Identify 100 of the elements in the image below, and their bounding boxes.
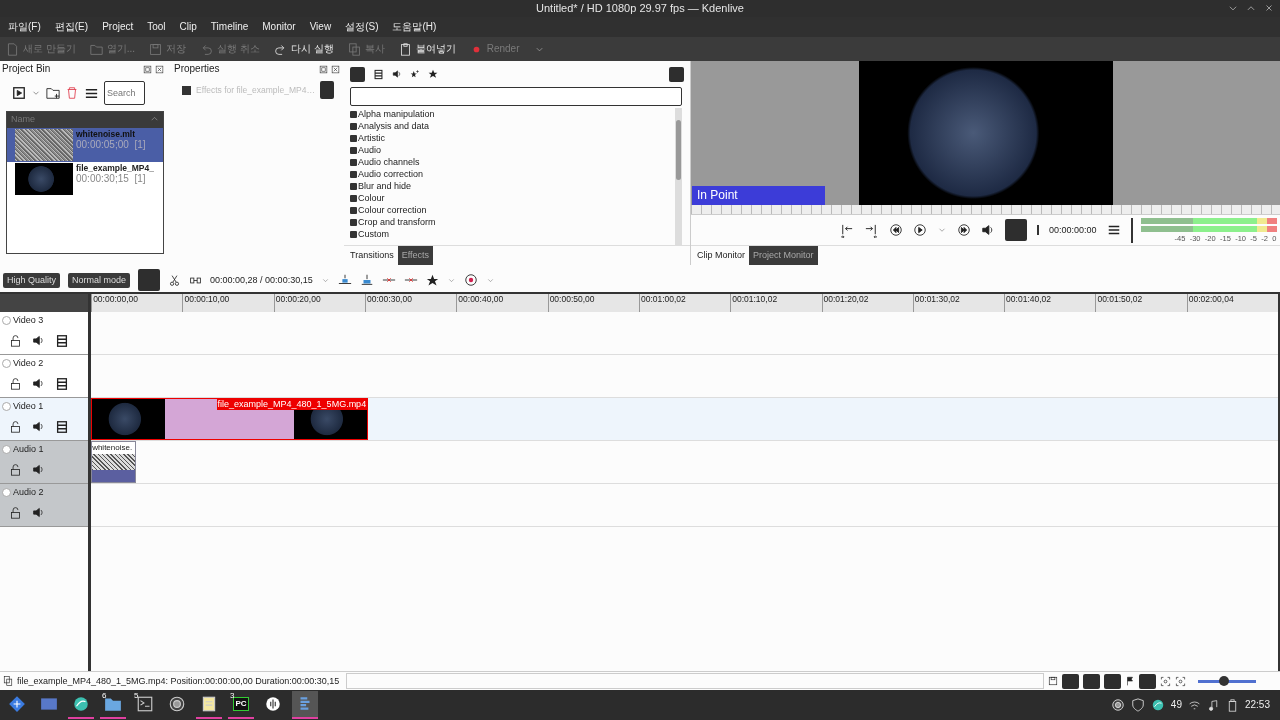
lock-icon[interactable]: [9, 462, 22, 476]
shield-icon[interactable]: [1130, 698, 1145, 712]
set-in-icon[interactable]: [839, 222, 854, 238]
speaker-icon[interactable]: [32, 376, 45, 390]
play-box-icon[interactable]: [12, 86, 26, 100]
maximize-icon[interactable]: [1246, 3, 1256, 13]
video-clip[interactable]: file_example_MP4_480_1_5MG.mp4: [91, 398, 369, 440]
speaker-icon[interactable]: [32, 505, 45, 519]
search-field[interactable]: Search: [104, 81, 145, 105]
category-item[interactable]: Artistic: [350, 132, 675, 144]
timecode-field[interactable]: 00:00:00:00: [1037, 224, 1097, 236]
speaker-icon[interactable]: [392, 69, 402, 79]
star-icon[interactable]: [428, 69, 438, 79]
square-icon[interactable]: [182, 85, 191, 95]
select-tool-button[interactable]: [138, 269, 161, 291]
menu-icon[interactable]: [1106, 223, 1121, 237]
category-item[interactable]: Analysis and data: [350, 120, 675, 132]
slider-thumb[interactable]: [1219, 675, 1230, 686]
float-icon[interactable]: [143, 64, 152, 74]
track-target-toggle[interactable]: [2, 358, 11, 368]
film-icon[interactable]: [55, 333, 69, 348]
save-icon[interactable]: [1048, 676, 1059, 686]
overwrite-icon[interactable]: [359, 273, 374, 287]
quality-dropdown[interactable]: High Quality: [3, 272, 61, 288]
menu-item[interactable]: Tool: [147, 21, 166, 33]
category-item[interactable]: Audio correction: [350, 168, 675, 180]
forward-icon[interactable]: [957, 223, 971, 237]
film-icon[interactable]: [55, 419, 69, 434]
wifi-icon[interactable]: [1187, 698, 1201, 712]
taskbar-app[interactable]: 5: [132, 691, 158, 719]
rewind-icon[interactable]: [889, 223, 903, 237]
track-header[interactable]: Audio 2: [0, 484, 89, 527]
track-header[interactable]: Audio 1: [0, 441, 89, 484]
close-icon[interactable]: [331, 64, 340, 74]
close-icon[interactable]: [155, 64, 164, 74]
audio-clip[interactable]: whitenoise.: [91, 441, 137, 483]
list-view-button[interactable]: [350, 66, 365, 82]
category-item[interactable]: Colour correction: [350, 204, 675, 216]
menu-item[interactable]: Clip: [179, 21, 197, 33]
folder-plus-icon[interactable]: [46, 86, 60, 100]
info-button[interactable]: [669, 66, 684, 82]
music-note-icon[interactable]: [1206, 698, 1220, 712]
category-item[interactable]: Alpha manipulation: [350, 108, 675, 120]
taskbar-app[interactable]: PC 3: [228, 691, 254, 719]
mode-dropdown[interactable]: Normal mode: [68, 272, 131, 288]
zoom-slider[interactable]: [1198, 679, 1257, 683]
bird-icon[interactable]: [1150, 698, 1165, 712]
zoom-fit-icon[interactable]: [1160, 675, 1172, 687]
toolbar-button[interactable]: 붙여넣기: [398, 42, 456, 56]
camera-icon[interactable]: [1110, 698, 1125, 712]
record-icon[interactable]: [463, 273, 478, 287]
tab[interactable]: Transitions: [346, 246, 398, 265]
menu-item[interactable]: Monitor: [262, 21, 296, 33]
tab[interactable]: Effects: [397, 246, 434, 265]
category-item[interactable]: Blur and hide: [350, 180, 675, 192]
lock-icon[interactable]: [9, 419, 22, 433]
menu-item[interactable]: 편집(E): [54, 21, 89, 33]
time-ruler[interactable]: 00:00:00,00 00:00:10,00 00:00:20,00 00:00:30,00 00:00:40,00 00:00:50,00 00:01:00,02 00:01:10,02 00:01:20,02 00:01:30,02 00:01:40,02 00:01:50,02 00:02:00,04: [91, 294, 1278, 312]
scissors-icon[interactable]: [168, 273, 182, 287]
taskbar-app[interactable]: 6: [100, 691, 126, 719]
track-target-toggle[interactable]: [2, 487, 11, 497]
track-header[interactable]: Video 1: [0, 398, 89, 441]
insert-icon[interactable]: [337, 273, 352, 287]
speaker-icon[interactable]: [32, 462, 45, 476]
stars-icon[interactable]: [410, 69, 420, 79]
menu-item[interactable]: 파일(F): [8, 21, 41, 33]
menu-item[interactable]: Timeline: [210, 21, 249, 33]
panel-button[interactable]: [319, 81, 334, 99]
search-field[interactable]: [350, 87, 682, 106]
category-item[interactable]: Custom: [350, 228, 675, 240]
category-item[interactable]: Crop and transform: [350, 216, 675, 228]
film-icon[interactable]: [373, 68, 384, 80]
toolbar-button[interactable]: [1083, 673, 1101, 689]
toolbar-button[interactable]: [1139, 673, 1157, 689]
lock-icon[interactable]: [9, 333, 22, 347]
menu-item[interactable]: View: [309, 21, 332, 33]
toolbar-button[interactable]: [1104, 673, 1122, 689]
film-icon[interactable]: [55, 376, 69, 391]
menu-item[interactable]: 도움말(H): [392, 21, 437, 33]
minimize-icon[interactable]: [1228, 3, 1238, 13]
tab[interactable]: Project Monitor: [749, 246, 818, 265]
speaker-icon[interactable]: [32, 419, 45, 433]
tab[interactable]: Clip Monitor: [693, 246, 749, 265]
float-icon[interactable]: [319, 64, 328, 74]
flag-icon[interactable]: [1125, 676, 1136, 686]
category-item[interactable]: Colour: [350, 192, 675, 204]
category-item[interactable]: Audio channels: [350, 156, 675, 168]
zoom-fit-icon[interactable]: [1175, 675, 1187, 687]
lock-icon[interactable]: [9, 505, 22, 519]
track-target-toggle[interactable]: [2, 401, 11, 411]
track-target-toggle[interactable]: [2, 315, 11, 325]
close-icon[interactable]: [1264, 3, 1274, 13]
star-icon[interactable]: [425, 273, 439, 287]
trash-icon[interactable]: [65, 86, 79, 100]
clip-row[interactable]: file_example_MP4_ 00:00:30;15 [1]: [7, 162, 163, 196]
toolbar-button[interactable]: 다시 실행: [273, 42, 334, 56]
clock[interactable]: 22:53: [1244, 699, 1270, 711]
play-icon[interactable]: [913, 223, 927, 237]
set-out-icon[interactable]: [864, 222, 879, 238]
menu-item[interactable]: 설정(S): [345, 21, 379, 33]
